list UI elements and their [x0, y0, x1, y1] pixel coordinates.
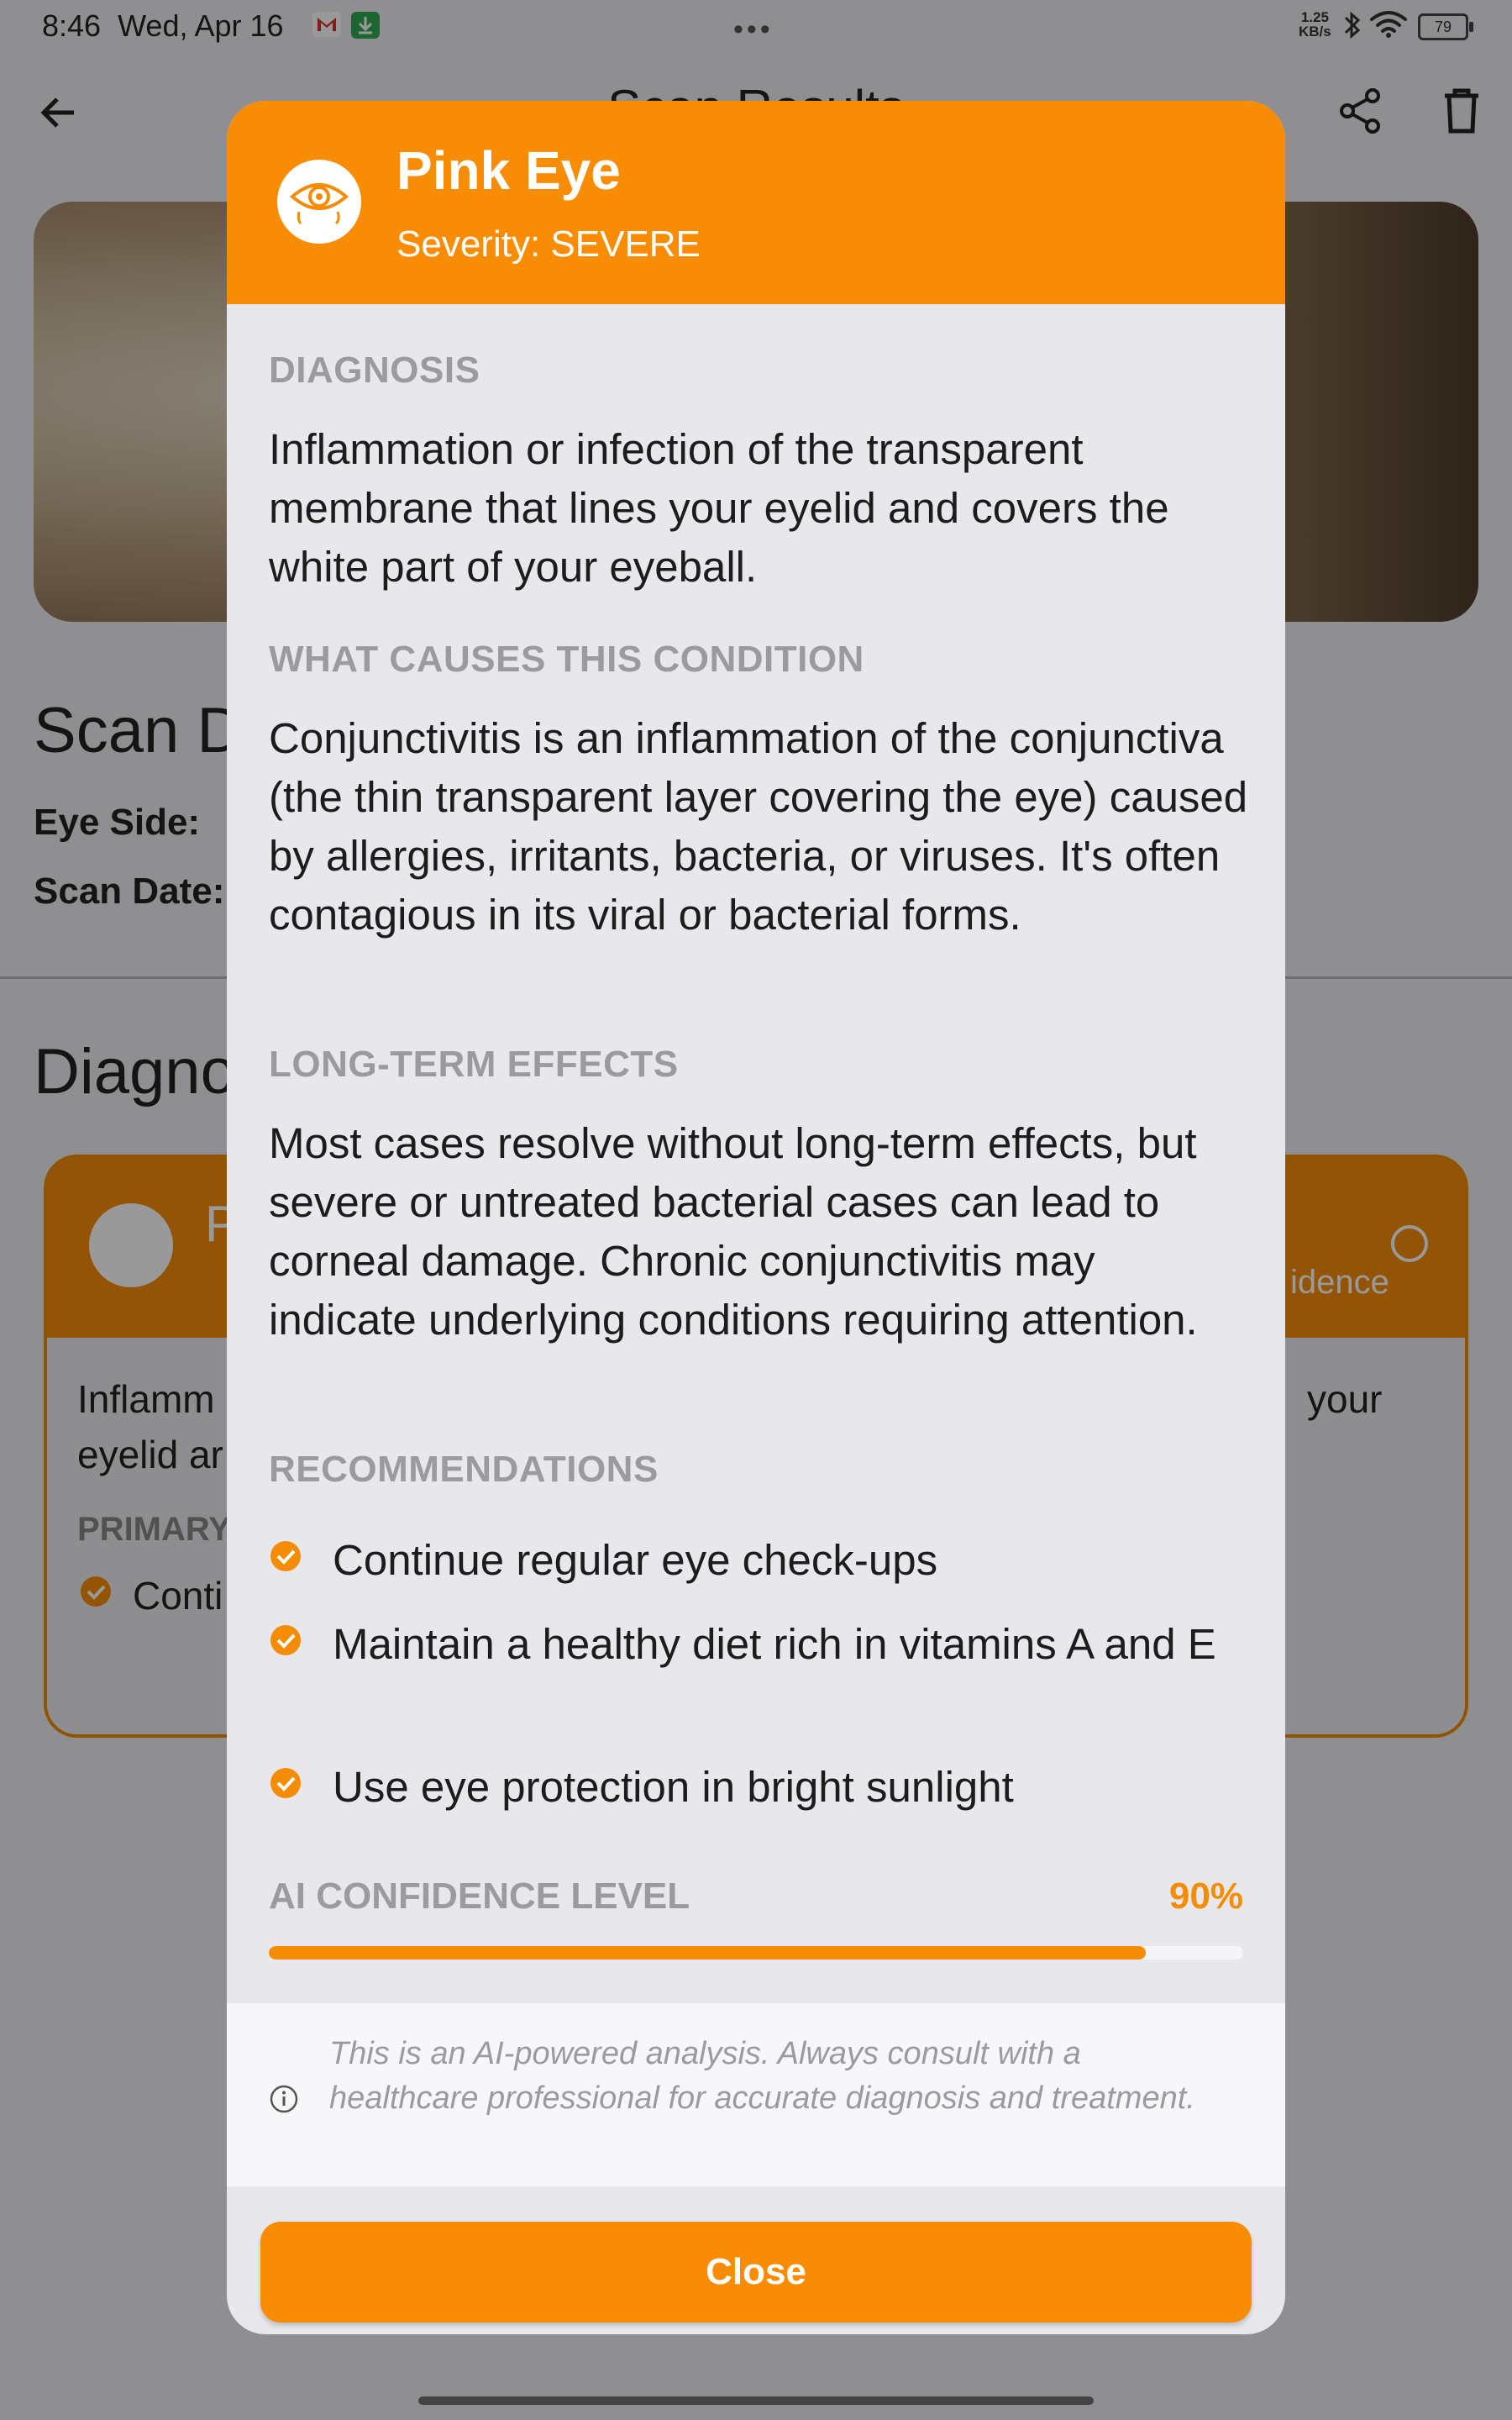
dialog-title: Pink Eye	[396, 140, 621, 201]
recommendation-text: Maintain a healthy diet rich in vitamins…	[333, 1620, 1216, 1668]
close-button[interactable]: Close	[260, 2222, 1252, 2323]
confidence-bar	[269, 1946, 1243, 1960]
confidence-bar-fill	[269, 1946, 1146, 1960]
causes-text: Conjunctivitis is an inflammation of the…	[269, 714, 1248, 939]
check-circle-icon	[270, 1541, 301, 1571]
diagnosis-dialog: Pink Eye Severity: SEVERE DIAGNOSIS Infl…	[227, 101, 1285, 2334]
effects-text: Most cases resolve without long-term eff…	[269, 1119, 1198, 1344]
diagnosis-text: Inflammation or infection of the transpa…	[269, 425, 1169, 591]
dialog-header: Pink Eye Severity: SEVERE	[227, 101, 1285, 304]
recommendation-text: Use eye protection in bright sunlight	[333, 1763, 1014, 1811]
disclaimer-box: This is an AI-powered analysis. Always c…	[227, 2003, 1285, 2186]
check-circle-icon	[270, 1625, 301, 1655]
disclaimer-text: This is an AI-powered analysis. Always c…	[329, 2036, 1195, 2116]
check-circle-icon	[270, 1768, 301, 1798]
confidence-value: 90%	[1168, 1876, 1243, 1917]
severity-label: Severity: SEVERE	[396, 224, 701, 265]
recommendation-text: Continue regular eye check-ups	[333, 1536, 938, 1584]
eye-logo-icon	[277, 160, 361, 244]
causes-section-heading: WHAT CAUSES THIS CONDITION	[269, 639, 864, 680]
info-icon	[270, 2085, 298, 2113]
diagnosis-section-heading: DIAGNOSIS	[269, 350, 480, 391]
effects-section-heading: LONG-TERM EFFECTS	[269, 1044, 679, 1085]
recommendations-section-heading: RECOMMENDATIONS	[269, 1449, 659, 1490]
confidence-label: AI CONFIDENCE LEVEL	[269, 1876, 690, 1917]
home-indicator[interactable]	[418, 2396, 1094, 2405]
